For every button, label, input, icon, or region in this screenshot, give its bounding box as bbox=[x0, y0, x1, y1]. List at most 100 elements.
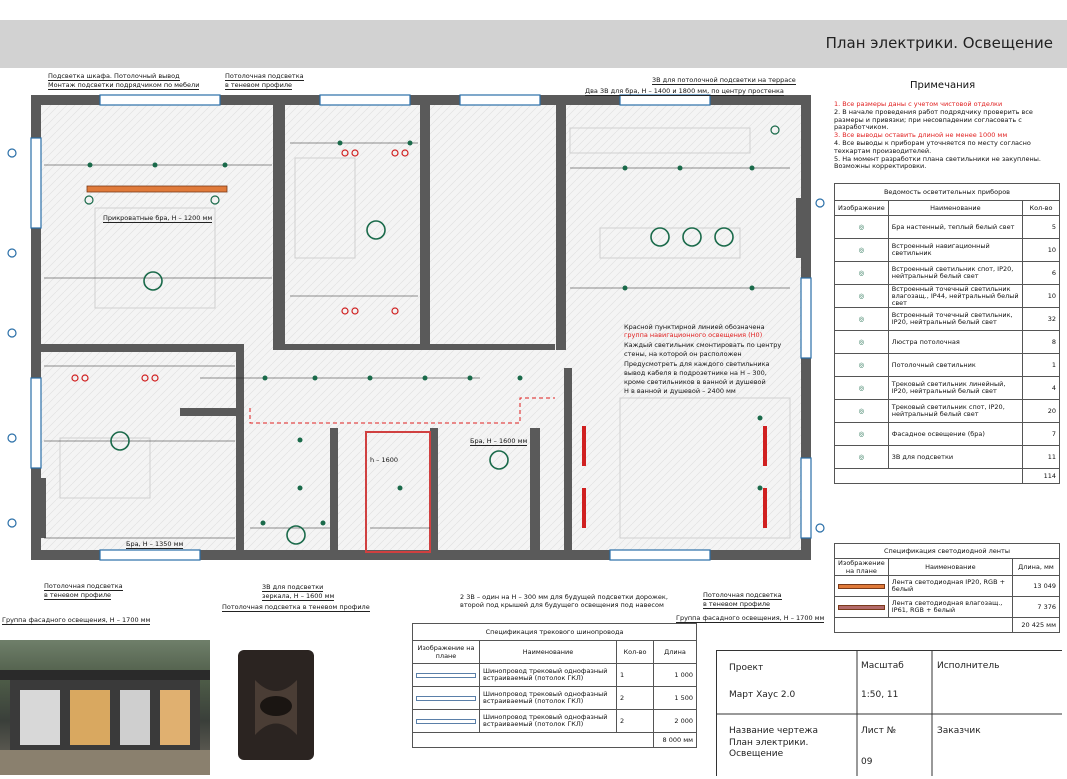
track-title: Спецификация трекового шинопровода bbox=[412, 623, 697, 641]
project-label: Проект bbox=[729, 663, 764, 673]
table-row: ◎ Трековый светильник спот, IP20, нейтрал… bbox=[834, 399, 1060, 423]
cable-note-2: вывод кабеля в подрозетнике на Н – 300, bbox=[624, 369, 767, 377]
fixtures-header: Наименование bbox=[887, 200, 1024, 216]
bedside-note: Прикроватные бра, Н – 1200 мм bbox=[103, 214, 213, 223]
track-spot-icon: ◎ bbox=[834, 399, 889, 423]
table-row: ◎ 3В для подсветки 11 bbox=[834, 445, 1060, 469]
nav-note-1: Красной пунктирной линией обозначена bbox=[624, 323, 765, 331]
led-swatch-bar bbox=[838, 604, 885, 610]
terrace-note: 3В для потолочной подсветки на террасе bbox=[652, 76, 796, 85]
cable-note-4: Н в ванной и душевой – 2400 мм bbox=[624, 387, 736, 395]
table-row: Шинопровод трековый однофазный встраивае… bbox=[412, 663, 697, 687]
table-row: ◎ Встроенный точечный светильник, IP20, н… bbox=[834, 307, 1060, 331]
spot-ip44-icon: ◎ bbox=[834, 284, 889, 308]
house-drawing bbox=[0, 670, 210, 775]
table-row: ◎ Встроенный навигационный светильник 10 bbox=[834, 238, 1060, 262]
note-item: 4. Все выводы к приборам уточняется по м… bbox=[834, 138, 1031, 155]
led-swatch bbox=[834, 575, 889, 597]
fixture-name: Трековый светильник спот, IP20, нейтраль… bbox=[887, 399, 1024, 423]
fixtures-total: 114 bbox=[1022, 468, 1060, 484]
page-title: План электрики. Освещение bbox=[825, 34, 1053, 52]
mirror-note: 3В для подсветки bbox=[262, 583, 324, 592]
title-bar: План электрики. Освещение bbox=[0, 20, 1067, 68]
house-photo bbox=[0, 640, 210, 775]
led-title: Спецификация светодиодной ленты bbox=[834, 543, 1060, 559]
mirror-note-2: зеркала, Н – 1600 мм bbox=[262, 592, 335, 601]
fixtures-total-empty bbox=[834, 468, 1023, 484]
fixtures-title-row: Ведомость осветительных приборов bbox=[834, 183, 1060, 201]
led-header-row: Изображение на плане Наименование Длина, м… bbox=[834, 558, 1060, 576]
led-table: Спецификация светодиодной ленты Изображен… bbox=[834, 543, 1060, 633]
h1600-note: h – 1600 bbox=[370, 456, 399, 464]
fixture-name: Бра настенный, теплый белый свет bbox=[887, 215, 1024, 239]
fixture-name: Люстра потолочная bbox=[887, 330, 1024, 354]
fixture-qty: 10 bbox=[1022, 284, 1060, 308]
track-header: Наименование bbox=[479, 640, 617, 664]
scale-label: Масштаб bbox=[861, 661, 904, 671]
nav-note-2: группа навигационного освещения (Н0) bbox=[624, 331, 763, 339]
bra-1350-note: Бра, Н – 1350 мм bbox=[126, 540, 184, 549]
fixture-name: Трековый светильник линейный, IP20, нейт… bbox=[887, 376, 1024, 400]
track-length: 1 000 bbox=[653, 663, 697, 687]
track-swatch bbox=[412, 686, 480, 710]
notes-title: Примечания bbox=[910, 80, 976, 91]
led-total-empty bbox=[834, 617, 1013, 633]
table-row: ◎ Трековый светильник линейный, IP20, ней… bbox=[834, 376, 1060, 400]
ceil-bl-note-2: в теневом профиле bbox=[44, 591, 111, 600]
fixture-name: Встроенный светильник спот, IP20, нейтра… bbox=[887, 261, 1024, 285]
fixture-qty: 11 bbox=[1022, 445, 1060, 469]
track-swatch-bar bbox=[416, 695, 476, 701]
facade-icon: ◎ bbox=[834, 422, 889, 446]
title-block: Проект Март Хаус 2.0 Масштаб 1:50, 11 Ис… bbox=[716, 650, 1062, 776]
ceil-bottom-note: Потолочная подсветка в теневом профиле bbox=[222, 603, 370, 612]
ceil-br-note-2: в теневом профиле bbox=[703, 600, 770, 609]
table-row: Шинопровод трековый однофазный встраивае… bbox=[412, 686, 697, 710]
sconce-icon: ◎ bbox=[834, 215, 889, 239]
facade-right-note: Группа фасадного освещения, Н – 1700 мм bbox=[676, 614, 825, 623]
facade-left-note: Группа фасадного освещения, Н – 1700 мм bbox=[2, 616, 151, 625]
track-qty: 2 bbox=[616, 686, 654, 710]
two-3v-note-2: второй под крышей для будущего освещения… bbox=[460, 601, 664, 609]
led-length: 7 376 bbox=[1012, 596, 1060, 618]
facade-light-photo bbox=[230, 640, 322, 775]
track-swatch bbox=[412, 709, 480, 733]
track-name: Шинопровод трековый однофазный встраивае… bbox=[479, 709, 617, 733]
fixture-qty: 20 bbox=[1022, 399, 1060, 423]
led-total: 20 425 мм bbox=[1012, 617, 1060, 633]
track-table: Спецификация трекового шинопровода Изобра… bbox=[412, 623, 697, 748]
fixture-qty: 6 bbox=[1022, 261, 1060, 285]
track-swatch-bar bbox=[416, 672, 476, 678]
led-name: Лента светодиодная влагозащ., IP61, RGB … bbox=[887, 596, 1014, 618]
fixtures-title: Ведомость осветительных приборов bbox=[834, 183, 1060, 201]
fixture-name: Встроенный навигационный светильник bbox=[887, 238, 1024, 262]
led-name: Лента светодиодная IP20, RGB + белый bbox=[887, 575, 1014, 597]
fixture-qty: 32 bbox=[1022, 307, 1060, 331]
track-total-row: 8 000 мм bbox=[412, 732, 697, 748]
table-row: ◎ Фасадное освещение (бра) 7 bbox=[834, 422, 1060, 446]
fixtures-header: Изображение bbox=[834, 200, 889, 216]
cabinet-note-2: Монтаж подсветки подрядчиком по мебели bbox=[48, 81, 200, 90]
led-header: Наименование bbox=[887, 558, 1014, 576]
note-item: 5. На момент разработки плана светильник… bbox=[834, 154, 1041, 171]
track-name: Шинопровод трековый однофазный встраивае… bbox=[479, 686, 617, 710]
led-swatch-bar bbox=[838, 583, 885, 589]
led-title-row: Спецификация светодиодной ленты bbox=[834, 543, 1060, 559]
ceil-bl-note: Потолочная подсветка bbox=[44, 582, 123, 591]
project-name: Март Хаус 2.0 bbox=[729, 690, 796, 700]
sheet-label: Лист № bbox=[861, 726, 897, 736]
cable-note-1: Предусмотреть для каждого светильника bbox=[624, 360, 770, 368]
fixture-qty: 5 bbox=[1022, 215, 1060, 239]
table-row: Лента светодиодная IP20, RGB + белый 13 0… bbox=[834, 575, 1060, 597]
fixture-qty: 4 bbox=[1022, 376, 1060, 400]
ceiling-light-icon: ◎ bbox=[834, 353, 889, 377]
spot-point-icon: ◎ bbox=[834, 307, 889, 331]
fixture-qty: 8 bbox=[1022, 330, 1060, 354]
terrace-note-2: Два 3В для бра, Н – 1400 и 1800 мм, по ц… bbox=[585, 87, 784, 96]
track-header: Длина bbox=[653, 640, 697, 664]
led-total-row: 20 425 мм bbox=[834, 617, 1060, 633]
track-swatch-bar bbox=[416, 718, 476, 724]
table-row: ◎ Встроенный точечный светильник влагозащ… bbox=[834, 284, 1060, 308]
led-length: 13 049 bbox=[1012, 575, 1060, 597]
led-header: Длина, мм bbox=[1012, 558, 1060, 576]
cabinet-note: Подсветка шкафа. Потолочный вывод bbox=[48, 72, 180, 81]
